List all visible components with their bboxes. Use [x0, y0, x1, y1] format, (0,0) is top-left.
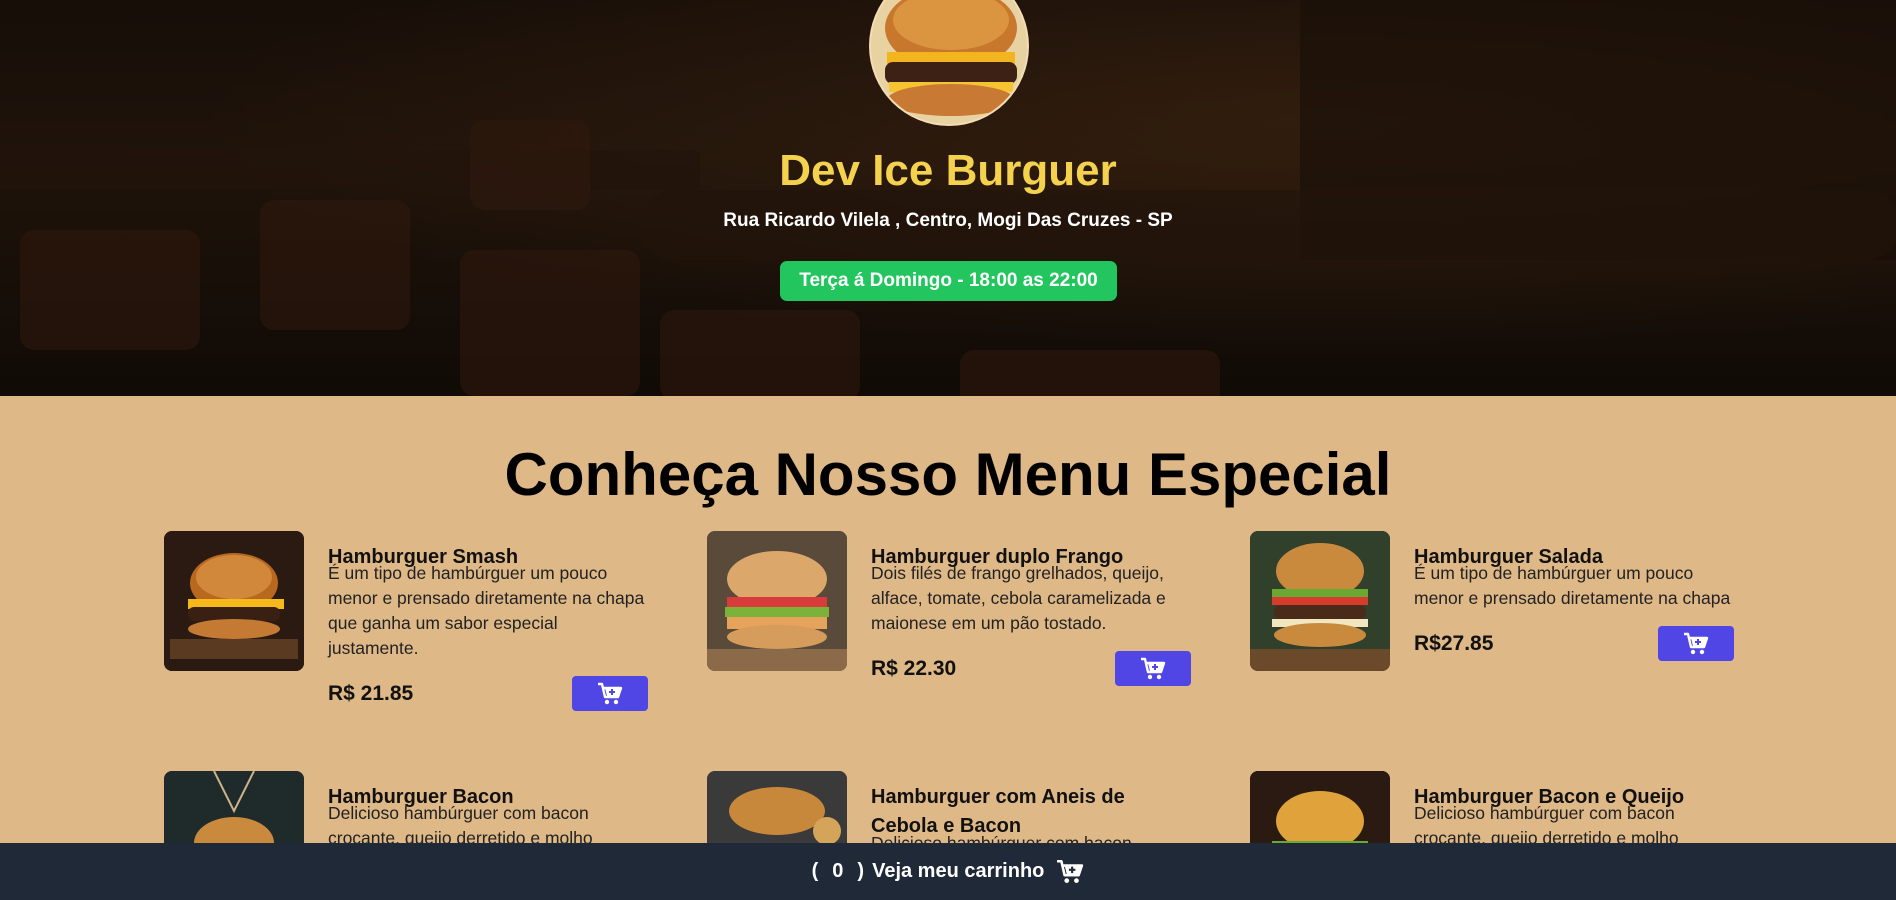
add-to-cart-button[interactable]	[572, 676, 648, 711]
cart-plus-icon	[598, 682, 623, 704]
cart-plus-icon	[1057, 859, 1084, 883]
menu-item-price: R$ 22.30	[871, 657, 957, 680]
add-to-cart-button[interactable]	[1115, 651, 1191, 686]
menu-title: Conheça Nosso Menu Especial	[504, 441, 1392, 508]
menu-item-price: R$ 21.85	[328, 682, 414, 705]
menu-item-image	[707, 531, 847, 671]
menu-item-description: É um tipo de hambúrguer um pouco menor e…	[1414, 563, 1731, 608]
menu-item-price: R$27.85	[1414, 632, 1494, 655]
menu-item: Hamburguer Smash É um tipo de hambúrguer…	[164, 531, 649, 731]
opening-hours-badge: Terça á Domingo - 18:00 as 22:00	[780, 261, 1117, 301]
hero-banner: Dev Ice Burguer Rua Ricardo Vilela , Cen…	[0, 0, 1896, 396]
restaurant-address: Rua Ricardo Vilela , Centro, Mogi Das Cr…	[723, 210, 1173, 231]
menu-item-image	[1250, 531, 1390, 671]
cart-count-open: (	[811, 860, 819, 882]
view-cart-button[interactable]: ( 0 ) Veja meu carrinho	[0, 843, 1896, 900]
cart-plus-icon	[1684, 632, 1709, 654]
view-cart-label: Veja meu carrinho	[872, 860, 1045, 882]
restaurant-title: Dev Ice Burguer	[779, 146, 1117, 195]
cart-count: 0	[832, 860, 844, 882]
menu-item-description: É um tipo de hambúrguer um pouco menor e…	[328, 563, 645, 658]
menu-item-description: Dois filés de frango grelhados, queijo, …	[871, 563, 1166, 633]
menu-item: Hamburguer Salada É um tipo de hambúrgue…	[1250, 531, 1735, 731]
add-to-cart-button[interactable]	[1658, 626, 1734, 661]
cart-plus-icon	[1141, 657, 1166, 679]
cart-count-close: )	[857, 860, 865, 882]
menu-item-image	[164, 531, 304, 671]
menu-item: Hamburguer duplo Frango Dois filés de fr…	[707, 531, 1192, 731]
